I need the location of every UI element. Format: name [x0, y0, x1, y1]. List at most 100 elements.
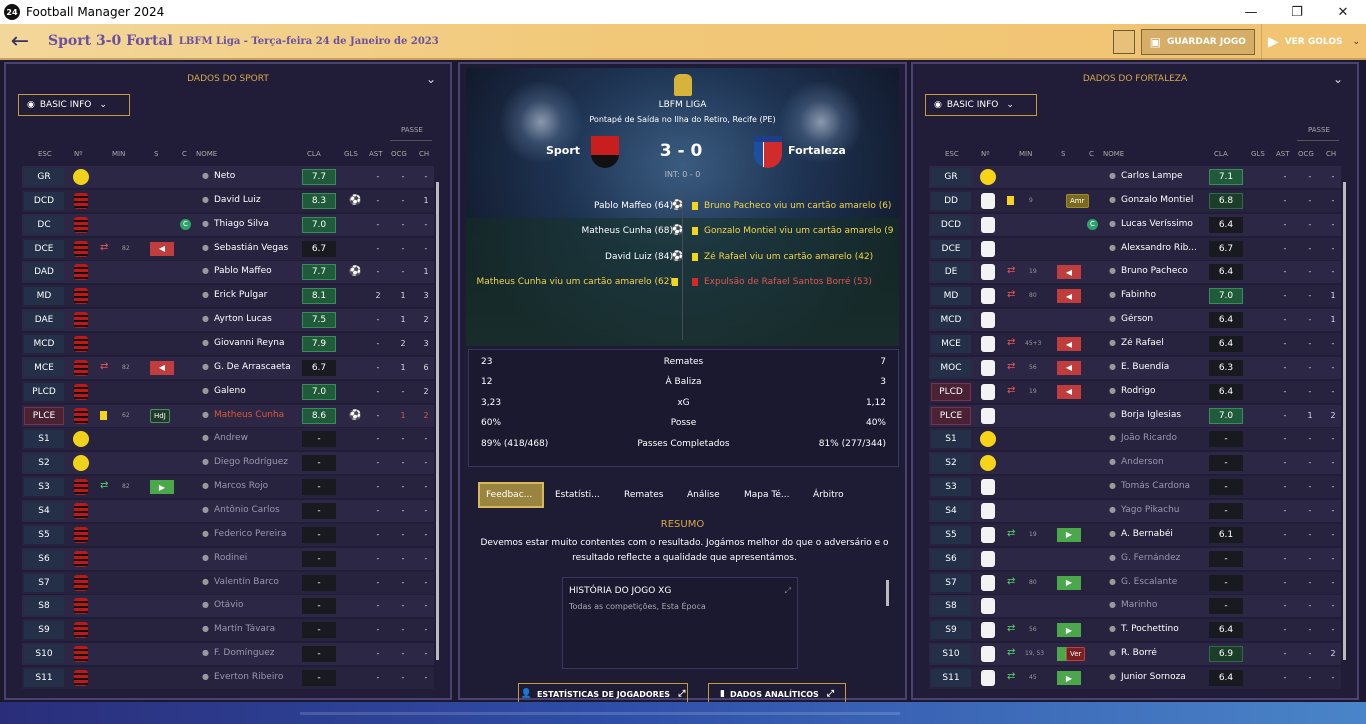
col-no[interactable]: Nº	[74, 150, 83, 158]
player-row[interactable]: MOC ⇄ 56 ◀ ● E. Buendía 6.3 - - -	[929, 356, 1341, 379]
player-name[interactable]: ● Anderson	[1109, 457, 1219, 467]
player-row[interactable]: MCE ⇄ 82 ◀ ● G. De Arrascaeta 6.7 - 1 6	[22, 356, 434, 379]
player-name[interactable]: ● Neto	[202, 171, 312, 181]
player-name[interactable]: ● Valentín Barco	[202, 577, 312, 587]
player-row[interactable]: DCD ● David Luiz 8.3 ⚽ - - 1	[22, 189, 434, 212]
player-row[interactable]: S4 ● Antônio Carlos - - - -	[22, 500, 434, 523]
col-ocg[interactable]: OCG	[391, 150, 407, 158]
player-name[interactable]: ● Yago Pikachu	[1109, 505, 1219, 515]
player-name[interactable]: ● F. Domínguez	[202, 648, 312, 658]
player-name[interactable]: ● Alexsandro Rib...	[1109, 243, 1219, 253]
player-name[interactable]: ● Gonzalo Montiel	[1109, 195, 1219, 205]
player-name[interactable]: ● R. Borré	[1109, 648, 1219, 658]
save-game-button[interactable]: ▣ GUARDAR JOGO	[1140, 29, 1255, 55]
col-ast[interactable]: AST	[1276, 150, 1290, 158]
player-name[interactable]: ● Tomás Cardona	[1109, 481, 1219, 491]
player-name[interactable]: ● G. Fernández	[1109, 553, 1219, 563]
player-name[interactable]: ● Bruno Pacheco	[1109, 266, 1219, 276]
tab-analysis[interactable]: Análise	[687, 482, 720, 508]
player-name[interactable]: ● Erick Pulgar	[202, 290, 312, 300]
player-row[interactable]: S7 ⇄ 80 ▶ ● G. Escalante - - - -	[929, 571, 1341, 594]
chevron-down-icon[interactable]: ⌄	[1333, 72, 1343, 86]
player-row[interactable]: MD ⇄ 80 ◀ ● Fabinho 7.0 - - 1	[929, 285, 1341, 308]
player-name[interactable]: ● Ayrton Lucas	[202, 314, 312, 324]
player-name[interactable]: ● Marinho	[1109, 600, 1219, 610]
player-name[interactable]: ● João Ricardo	[1109, 433, 1219, 443]
col-nome[interactable]: NOME	[196, 150, 217, 158]
player-row[interactable]: S10 ● F. Domínguez - - - -	[22, 643, 434, 666]
player-name[interactable]: ● Lucas Veríssimo	[1109, 219, 1219, 229]
player-name[interactable]: ● Diego Rodríguez	[202, 457, 312, 467]
col-ch[interactable]: CH	[1326, 150, 1336, 158]
player-name[interactable]: ● Thiago Silva	[202, 219, 312, 229]
player-name[interactable]: ● E. Buendía	[1109, 362, 1219, 372]
player-row[interactable]: PLCD ⇄ 19 ◀ ● Rodrigo 6.4 - - -	[929, 380, 1341, 403]
close-button[interactable]: ✕	[1320, 0, 1366, 24]
player-name[interactable]: ● David Luiz	[202, 195, 312, 205]
col-c[interactable]: C	[1089, 150, 1094, 158]
player-name[interactable]: ● Giovanni Reyna	[202, 338, 312, 348]
player-row[interactable]: S3 ● Tomás Cardona - - - -	[929, 476, 1341, 499]
player-name[interactable]: ● Borja Iglesias	[1109, 410, 1219, 420]
player-name[interactable]: ● A. Bernabéi	[1109, 529, 1219, 539]
player-row[interactable]: S11 ⇄ 45 ▶ ● Junior Sornoza 6.4 - - -	[929, 667, 1341, 690]
player-row[interactable]: PLCD ● Galeno 7.0 - - 2	[22, 380, 434, 403]
player-row[interactable]: S10⇄19, 53▶Ver●R. Borré6.9--2	[929, 643, 1341, 666]
player-row[interactable]: S8 ● Otávio - - - -	[22, 595, 434, 618]
scrollbar[interactable]	[886, 580, 889, 606]
player-row[interactable]: MD ● Erick Pulgar 8.1 2 1 3	[22, 285, 434, 308]
player-name[interactable]: ● Galeno	[202, 386, 312, 396]
col-gls[interactable]: GLS	[1251, 150, 1265, 158]
player-row[interactable]: S7 ● Valentín Barco - - - -	[22, 571, 434, 594]
player-row[interactable]: S11 ● Everton Ribeiro - - - -	[22, 667, 434, 690]
col-gls[interactable]: GLS	[344, 150, 358, 158]
player-row[interactable]: PLCE 62 HdJ ● Matheus Cunha 8.6 ⚽ - 1 2	[22, 404, 434, 427]
col-cla[interactable]: CLA	[1214, 150, 1228, 158]
away-team-name[interactable]: Fortaleza	[788, 144, 846, 157]
player-row[interactable]: S6 ● Rodinei - - - -	[22, 547, 434, 570]
player-name[interactable]: ● Everton Ribeiro	[202, 672, 312, 682]
player-row[interactable]: DCE ⇄ 82 ◀ ● Sebastián Vegas 6.7 - - -	[22, 237, 434, 260]
player-name[interactable]: ● Matheus Cunha	[202, 410, 312, 420]
col-esc[interactable]: ESC	[38, 150, 52, 158]
player-row[interactable]: S9 ⇄ 56 ▶ ● T. Pochettino 6.4 - - -	[929, 619, 1341, 642]
col-esc[interactable]: ESC	[945, 150, 959, 158]
player-row[interactable]: DE ⇄ 19 ◀ ● Bruno Pacheco 6.4 - - -	[929, 261, 1341, 284]
player-row[interactable]: S6 ● G. Fernández - - - -	[929, 547, 1341, 570]
player-name[interactable]: ● Fabinho	[1109, 290, 1219, 300]
player-name[interactable]: ● Junior Sornoza	[1109, 672, 1219, 682]
col-s[interactable]: S	[1061, 150, 1065, 158]
tab-feedback[interactable]: Feedbac...	[478, 482, 544, 508]
view-goals-button[interactable]: ▶ VER GOLOS ⌄	[1260, 24, 1366, 60]
player-name[interactable]: ● Pablo Maffeo	[202, 266, 312, 276]
col-ast[interactable]: AST	[369, 150, 383, 158]
player-row[interactable]: DCD C ● Lucas Veríssimo 6.4 - - -	[929, 213, 1341, 236]
player-name[interactable]: ● Andrew	[202, 433, 312, 443]
col-c[interactable]: C	[182, 150, 187, 158]
player-name[interactable]: ● T. Pochettino	[1109, 624, 1219, 634]
basic-info-dropdown[interactable]: ◉ BASIC INFO ⌄	[18, 94, 130, 116]
expand-icon[interactable]: ⤢	[785, 586, 791, 596]
back-arrow-icon[interactable]: ←	[0, 23, 40, 59]
player-name[interactable]: ● Rodrigo	[1109, 386, 1219, 396]
player-row[interactable]: DAE ● Ayrton Lucas 7.5 - 1 2	[22, 309, 434, 332]
player-row[interactable]: S5 ● Federico Pereira - - - -	[22, 523, 434, 546]
player-name[interactable]: ● Rodinei	[202, 553, 312, 563]
player-name[interactable]: ● Otávio	[202, 600, 312, 610]
player-name[interactable]: ● G. De Arrascaeta	[202, 362, 312, 372]
home-crest-icon[interactable]	[591, 136, 619, 168]
col-nome[interactable]: NOME	[1103, 150, 1124, 158]
tab-tactical-map[interactable]: Mapa Té...	[744, 482, 789, 508]
col-ocg[interactable]: OCG	[1298, 150, 1314, 158]
scrollbar[interactable]	[436, 182, 439, 660]
basic-info-dropdown[interactable]: ◉ BASIC INFO ⌄	[925, 94, 1037, 116]
player-name[interactable]: ● Marcos Rojo	[202, 481, 312, 491]
player-row[interactable]: DC C ● Thiago Silva 7.0 - - -	[22, 213, 434, 236]
player-row[interactable]: DCE ● Alexsandro Rib... 6.7 - - -	[929, 237, 1341, 260]
chevron-down-icon[interactable]: ⌄	[1352, 37, 1360, 47]
player-row[interactable]: DAD ● Pablo Maffeo 7.7 ⚽ - - 1	[22, 261, 434, 284]
chevron-down-icon[interactable]: ⌄	[426, 72, 436, 86]
minimize-button[interactable]: —	[1228, 0, 1274, 24]
col-ch[interactable]: CH	[419, 150, 429, 158]
player-name[interactable]: ● Sebastián Vegas	[202, 243, 312, 253]
